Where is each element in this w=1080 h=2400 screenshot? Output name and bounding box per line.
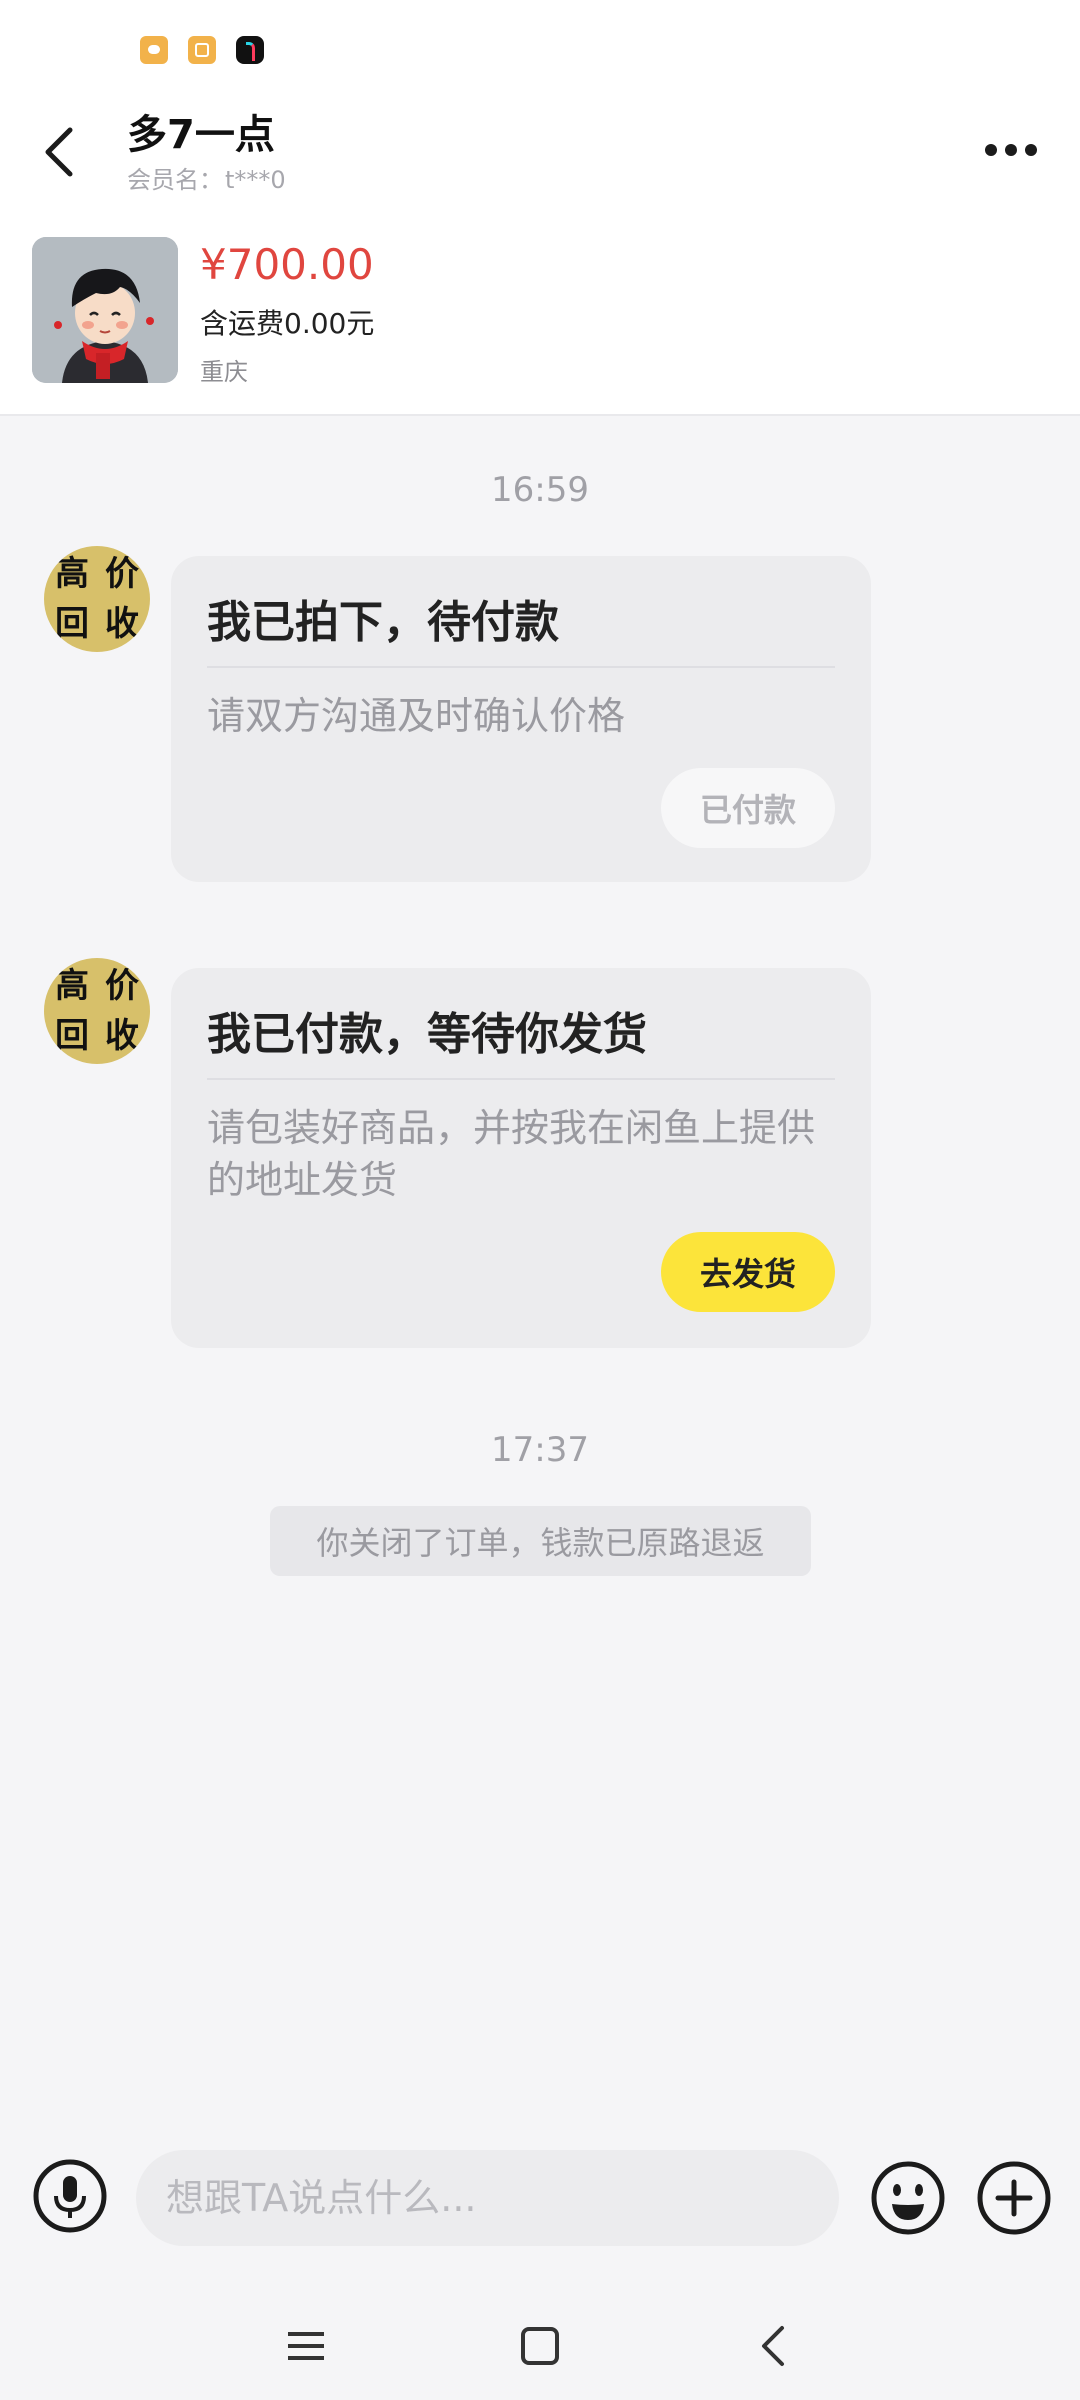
order-card-pending: 我已拍下，待付款 请双方沟通及时确认价格 已付款 <box>171 556 871 882</box>
ship-button[interactable]: 去发货 <box>661 1232 835 1312</box>
card-title: 我已付款，等待你发货 <box>207 1009 647 1060</box>
back-button[interactable] <box>30 110 94 190</box>
voice-button[interactable] <box>30 2156 146 2233</box>
chat-timestamp: 17:37 <box>491 1430 589 1470</box>
plus-button[interactable] <box>974 2158 1054 2238</box>
message-notification-icon <box>140 36 168 64</box>
home-icon <box>521 2327 559 2365</box>
avatar-char: 高 <box>55 554 89 594</box>
more-icon-dot <box>985 144 997 156</box>
more-button[interactable] <box>966 110 1056 190</box>
product-location: 重庆 <box>200 358 248 386</box>
product-price: ¥700.00 <box>200 240 374 289</box>
shipping-fee: 含运费0.00元 <box>200 307 375 340</box>
avatar-char: 高 <box>55 966 89 1006</box>
nav-back-icon <box>762 2326 784 2366</box>
back-arrow-icon <box>45 127 73 177</box>
card-title: 我已拍下，待付款 <box>207 597 559 648</box>
member-label: 会员名： <box>127 166 223 194</box>
tiktok-notification-icon <box>236 36 264 64</box>
recent-apps-button[interactable] <box>276 2316 336 2376</box>
product-image[interactable] <box>32 237 178 383</box>
taobao-notification-icon <box>188 36 216 64</box>
avatar-char: 回 <box>55 604 89 644</box>
avatar-char: 收 <box>105 604 139 644</box>
mic-icon <box>33 2159 107 2233</box>
chat-timestamp: 16:59 <box>491 470 589 510</box>
card-divider <box>207 666 835 668</box>
order-card-paid: 我已付款，等待你发货 请包装好商品，并按我在闲鱼上提供的地址发货 去发货 <box>171 968 871 1348</box>
chat-title: 多7一点 <box>127 112 275 158</box>
card-divider <box>207 1078 835 1080</box>
paid-button[interactable]: 已付款 <box>661 768 835 848</box>
avatar-char: 价 <box>105 554 139 594</box>
input-bar <box>0 2120 1080 2280</box>
avatar-char: 回 <box>55 1016 89 1056</box>
emoji-button[interactable] <box>868 2158 948 2238</box>
member-value: t***0 <box>225 166 286 194</box>
system-nav-bar <box>0 2290 1080 2400</box>
system-back-button[interactable] <box>744 2316 804 2376</box>
card-description: 请双方沟通及时确认价格 <box>207 694 626 738</box>
more-icon-dot <box>1025 144 1037 156</box>
plus-icon <box>977 2161 1051 2235</box>
emoji-icon <box>871 2161 945 2235</box>
seller-avatar[interactable]: 高 价 回 收 <box>44 546 150 652</box>
system-notice: 你关闭了订单，钱款已原路退返 <box>270 1506 811 1576</box>
message-input[interactable] <box>136 2150 839 2246</box>
avatar-char: 收 <box>105 1016 139 1056</box>
home-button[interactable] <box>510 2316 570 2376</box>
status-bar <box>0 0 1080 84</box>
product-cartoon-boy-icon <box>32 237 178 383</box>
seller-avatar[interactable]: 高 价 回 收 <box>44 958 150 1064</box>
avatar-text: 高 价 回 收 <box>44 958 150 1064</box>
avatar-char: 价 <box>105 966 139 1006</box>
member-name: 会员名：t***0 <box>127 160 286 195</box>
avatar-text: 高 价 回 收 <box>44 546 150 652</box>
card-description: 请包装好商品，并按我在闲鱼上提供的地址发货 <box>207 1106 816 1202</box>
top-section: 多7一点 会员名：t***0 ¥700.00 含运费0.00元 重庆 <box>0 0 1080 416</box>
menu-icon <box>288 2332 324 2360</box>
more-icon-dot <box>1005 144 1017 156</box>
